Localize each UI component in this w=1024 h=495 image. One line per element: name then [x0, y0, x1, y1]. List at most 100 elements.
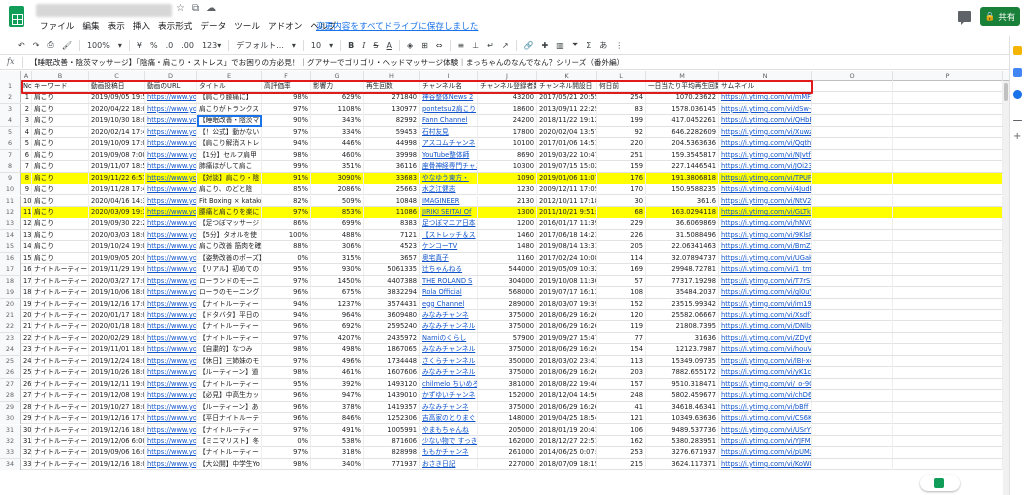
table-cell[interactable]: 97%	[262, 126, 311, 138]
row-number[interactable]: 6	[0, 138, 21, 150]
strikethrough-button[interactable]: S	[369, 41, 382, 50]
table-cell[interactable]: 94%	[262, 310, 311, 321]
table-cell[interactable]: 350000	[478, 355, 537, 367]
table-cell[interactable]: 2016/01/17 11:39:55	[537, 218, 597, 230]
row-number[interactable]: 5	[0, 126, 21, 138]
table-cell[interactable]: 853%	[311, 206, 364, 218]
horizontal-align-icon[interactable]: ≡	[454, 41, 469, 50]
table-cell[interactable]: 169	[597, 264, 646, 276]
table-cell[interactable]: 96%	[262, 287, 311, 299]
row-number[interactable]: 28	[0, 390, 21, 402]
table-cell[interactable]: 32.07894737	[646, 252, 719, 264]
table-cell[interactable]: 7	[21, 161, 32, 173]
table-cell[interactable]: 375000	[478, 310, 537, 321]
table-cell[interactable]	[812, 218, 893, 230]
table-cell[interactable]: 【自粛的】なつみ	[197, 344, 262, 356]
row-number[interactable]: 30	[0, 413, 21, 425]
table-cell[interactable]: 1108%	[311, 103, 364, 115]
table-cell[interactable]	[893, 287, 1003, 299]
table-cell[interactable]: 97%	[262, 355, 311, 367]
table-cell[interactable]: 98%	[262, 92, 311, 104]
table-cell[interactable]: 343%	[311, 115, 364, 127]
table-cell[interactable]	[893, 115, 1003, 127]
table-cell[interactable]: 22	[21, 332, 32, 344]
table-cell[interactable]: 肩こり	[32, 241, 89, 253]
table-cell[interactable]: https://i.ytimg.com/vi/DNlbx9dslnw/defau…	[719, 321, 812, 333]
table-cell[interactable]: 378%	[311, 401, 364, 413]
table-cell[interactable]: 3276.671937	[646, 447, 719, 459]
table-cell[interactable]: Fann Channel	[420, 115, 478, 127]
table-cell[interactable]: 1090	[478, 172, 537, 184]
table-cell[interactable]: 1493120	[364, 378, 420, 390]
table-cell[interactable]: ナイトルーティー	[32, 310, 89, 321]
table-cell[interactable]: 33683	[364, 172, 420, 184]
table-cell[interactable]: 2018/06/29 16:26:35	[537, 367, 597, 379]
table-cell[interactable]: みなみチャンネル	[420, 344, 478, 356]
table-cell[interactable]: 【足つぼマッサージ	[197, 218, 262, 230]
table-cell[interactable]: ナイトルーティー	[32, 287, 89, 299]
table-cell[interactable]: 2019/07/15 15:02:09	[537, 161, 597, 173]
table-cell[interactable]: 261000	[478, 447, 537, 459]
table-cell[interactable]: 【ナイトルーティー	[197, 424, 262, 436]
table-cell[interactable]: 2018/12/27 22:51:57	[537, 435, 597, 447]
table-cell[interactable]: 629%	[311, 92, 364, 104]
table-cell[interactable]: 289000	[478, 298, 537, 310]
row-number[interactable]: 29	[0, 401, 21, 413]
chevron-down-icon[interactable]: ▾	[325, 41, 337, 50]
undo-icon[interactable]: ↶	[14, 41, 29, 50]
table-cell[interactable]: 248	[597, 390, 646, 402]
table-cell[interactable]: 82992	[364, 115, 420, 127]
table-cell[interactable]: 77317.19298	[646, 275, 719, 287]
table-cell[interactable]: 肩こり	[32, 103, 89, 115]
table-cell[interactable]: https://www.youtu	[145, 321, 197, 333]
table-cell[interactable]: https://www.youtu	[145, 103, 197, 115]
row-number[interactable]: 21	[0, 310, 21, 321]
functions-icon[interactable]: Σ	[582, 41, 595, 50]
table-cell[interactable]	[893, 390, 1003, 402]
table-cell[interactable]: 1578.036145	[646, 103, 719, 115]
table-cell[interactable]: 375000	[478, 344, 537, 356]
table-cell[interactable]: ナイトルーティー	[32, 344, 89, 356]
column-header-o[interactable]: O	[812, 71, 893, 81]
table-cell[interactable]: https://i.ytimg.com/vi/TPUFTzOneDQ/defau…	[719, 172, 812, 184]
table-cell[interactable]: 771937	[364, 458, 420, 470]
table-cell[interactable]: 2019/10/26 18:0	[89, 367, 145, 379]
table-cell[interactable]	[893, 447, 1003, 459]
table-cell[interactable]: 10	[21, 195, 32, 207]
comment-history-icon[interactable]	[958, 11, 971, 25]
table-cell[interactable]: 162	[597, 435, 646, 447]
table-cell[interactable]: 113	[597, 355, 646, 367]
table-cell[interactable]	[812, 390, 893, 402]
table-cell[interactable]: 491%	[311, 424, 364, 436]
table-cell[interactable]	[812, 344, 893, 356]
column-header-b[interactable]: B	[32, 71, 89, 81]
table-cell[interactable]: https://i.ytimg.com/vi/JOi23CiZujs/defau…	[719, 161, 812, 173]
table-cell[interactable]	[893, 275, 1003, 287]
table-cell[interactable]: 12	[21, 218, 32, 230]
text-rotation-icon[interactable]: ↗	[498, 41, 513, 50]
table-cell[interactable]: 【ストレッチ＆ス	[420, 229, 478, 241]
table-cell[interactable]: 2019/07/17 16:13:13	[537, 287, 597, 299]
table-cell[interactable]: 2019/12/24 18:0	[89, 355, 145, 367]
table-cell[interactable]: https://www.youtu	[145, 390, 197, 402]
table-cell[interactable]	[893, 344, 1003, 356]
tasks-icon[interactable]	[1013, 68, 1022, 77]
row-number[interactable]: 8	[0, 161, 21, 173]
table-cell[interactable]: 2019/01/06 11:07:09	[537, 172, 597, 184]
table-cell[interactable]: 130977	[364, 103, 420, 115]
table-cell[interactable]: 417.0452261	[646, 115, 719, 127]
row-number[interactable]: 18	[0, 275, 21, 287]
table-cell[interactable]	[893, 378, 1003, 390]
table-cell[interactable]: https://i.ytimg.com/vi/9KlsPe_A0U/defaul…	[719, 229, 812, 241]
row-number[interactable]: 33	[0, 447, 21, 459]
table-cell[interactable]: 1867065	[364, 344, 420, 356]
table-cell[interactable]	[893, 264, 1003, 276]
text-color-button[interactable]: A	[382, 41, 395, 50]
table-cell[interactable]: https://www.youtu	[145, 435, 197, 447]
table-cell[interactable]: 10100	[478, 138, 537, 150]
table-cell[interactable]: 石村友見	[420, 126, 478, 138]
column-header-a[interactable]: A	[21, 71, 32, 81]
table-cell[interactable]	[893, 103, 1003, 115]
table-cell[interactable]: 【肩こり解消ストレ	[197, 138, 262, 150]
vertical-align-icon[interactable]: ⊥	[468, 41, 483, 50]
